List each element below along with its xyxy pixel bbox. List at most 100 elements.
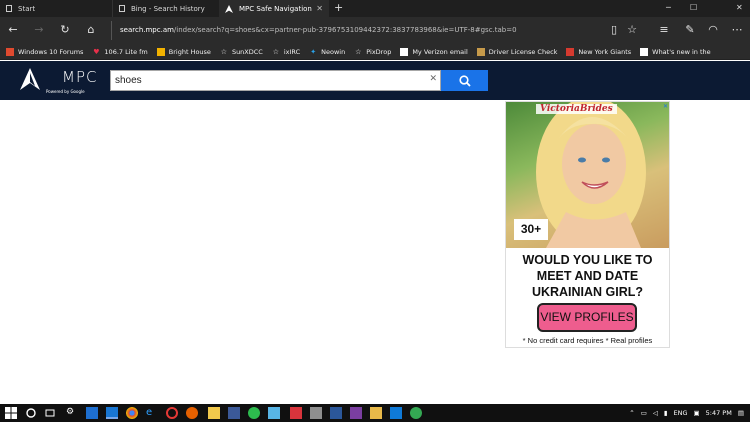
forward-icon[interactable]: →: [32, 23, 46, 37]
navigation-bar: ← → ↻ ⌂ search.mpc.am/index/search?q=sho…: [0, 17, 750, 44]
share-icon[interactable]: ◠: [706, 23, 720, 37]
ad-photo: VictoriaBrides ✕ 30+: [506, 102, 669, 248]
store-icon[interactable]: [390, 407, 402, 419]
tab-label: Bing - Search History: [131, 4, 205, 13]
favorite-item[interactable]: ☆ ixIRC: [272, 48, 300, 56]
opera-icon[interactable]: [166, 407, 178, 419]
favorite-label: New York Giants: [578, 47, 632, 56]
search-input[interactable]: [115, 71, 415, 90]
settings-gear-icon[interactable]: ⚙: [66, 407, 78, 419]
favorite-label: PixDrop: [366, 47, 392, 56]
media-icon[interactable]: [290, 407, 302, 419]
task-view-icon[interactable]: [44, 407, 56, 419]
hub-icon[interactable]: ≡: [657, 23, 671, 37]
star-icon: ☆: [272, 47, 279, 56]
favorite-item[interactable]: Bright House: [156, 47, 211, 56]
internet-explorer-icon[interactable]: e: [146, 407, 158, 419]
language-indicator[interactable]: ENG: [673, 409, 687, 417]
favorite-item[interactable]: ✦ Neowin: [309, 48, 345, 56]
favorite-label: Neowin: [321, 47, 346, 56]
network-app-icon[interactable]: [410, 407, 422, 419]
favorite-item[interactable]: Windows 10 Forums: [6, 47, 84, 56]
facebook-icon[interactable]: [228, 407, 240, 419]
favorite-label: ixIRC: [283, 47, 301, 56]
favorite-item[interactable]: Driver License Check: [476, 47, 558, 56]
system-tray: ⌃ ▭ ◁ ▮ ENG ▣ 5:47 PM ▤: [629, 404, 750, 422]
url-host: search.mpc.am: [120, 26, 174, 34]
mpc-favicon-icon: [225, 4, 233, 13]
url-path: /index/search?q=shoes&cx=partner-pub-379…: [173, 26, 517, 34]
maximize-icon[interactable]: ☐: [690, 3, 697, 12]
windows-start-icon[interactable]: [5, 407, 17, 419]
mpc-logo[interactable]: MPC Powered by Google: [20, 66, 96, 96]
chrome-icon[interactable]: [126, 407, 138, 419]
volume-icon[interactable]: ◁: [653, 409, 658, 417]
advertisement[interactable]: VictoriaBrides ✕ 30+ WOULD YOU LIKE TO M…: [505, 101, 670, 348]
notifications-icon[interactable]: ▤: [738, 409, 744, 417]
app-icon[interactable]: [268, 407, 280, 419]
ad-choices-icon[interactable]: ✕: [663, 103, 668, 110]
reading-view-icon[interactable]: ▯: [607, 23, 621, 37]
word-icon[interactable]: [330, 407, 342, 419]
favorite-item[interactable]: My Verizon email: [400, 47, 468, 56]
ad-headline: WOULD YOU LIKE TO MEET AND DATE UKRAINIA…: [522, 253, 653, 299]
web-note-icon[interactable]: ✎: [683, 23, 697, 37]
page-icon: [400, 47, 409, 56]
ny-giants-icon: [566, 47, 575, 56]
clear-search-icon[interactable]: ✕: [429, 74, 437, 84]
address-bar[interactable]: search.mpc.am/index/search?q=shoes&cx=pa…: [111, 21, 601, 40]
search-icon[interactable]: [25, 407, 37, 419]
network-icon[interactable]: ▭: [641, 409, 647, 417]
file-explorer-icon[interactable]: [208, 407, 220, 419]
page-icon: [119, 5, 125, 12]
tab-mpc-safe-navigation[interactable]: MPC Safe Navigation ✕: [219, 0, 329, 17]
favorite-star-icon[interactable]: ☆: [625, 23, 639, 37]
clock[interactable]: 5:47 PM: [706, 409, 732, 417]
favorite-label: What's new in the: [652, 47, 711, 56]
favorite-item[interactable]: New York Giants: [566, 47, 632, 56]
favorite-label: Windows 10 Forums: [18, 47, 84, 56]
search-button[interactable]: [441, 70, 488, 91]
star-icon: ☆: [355, 47, 362, 56]
age-badge: 30+: [514, 219, 548, 240]
chevron-up-icon[interactable]: ⌃: [629, 409, 634, 417]
favorite-label: Driver License Check: [488, 47, 558, 56]
favorite-label: 106.7 Lite fm: [104, 47, 148, 56]
favorite-item[interactable]: ♥ 106.7 Lite fm: [92, 48, 147, 56]
home-icon[interactable]: ⌂: [84, 23, 98, 37]
edge-browser-icon[interactable]: [106, 407, 118, 419]
neowin-icon: ✦: [310, 47, 317, 56]
onenote-icon[interactable]: [350, 407, 362, 419]
new-tab-icon[interactable]: +: [334, 1, 343, 14]
windows-flag-icon: [6, 47, 14, 56]
tab-bing-history[interactable]: Bing - Search History: [112, 0, 219, 17]
favorite-label: SunXDCC: [231, 47, 263, 56]
tab-start[interactable]: Start: [0, 0, 112, 17]
close-window-icon[interactable]: ✕: [736, 3, 743, 12]
messaging-icon[interactable]: [248, 407, 260, 419]
back-icon[interactable]: ←: [6, 23, 20, 37]
ad-brand: VictoriaBrides: [536, 104, 617, 114]
favorite-item[interactable]: ☆ PixDrop: [354, 48, 391, 56]
refresh-icon[interactable]: ↻: [58, 23, 72, 37]
firefox-icon[interactable]: [186, 407, 198, 419]
mpc-logo-mark-icon: [20, 68, 40, 90]
battery-icon[interactable]: ▮: [664, 409, 668, 417]
message-icon[interactable]: ▣: [693, 409, 699, 417]
tab-strip: Start Bing - Search History MPC Safe Nav…: [0, 0, 750, 17]
page-icon: [6, 5, 12, 12]
favorite-item[interactable]: ☆ SunXDCC: [220, 48, 263, 56]
photos-icon[interactable]: [310, 407, 322, 419]
outlook-icon[interactable]: [86, 407, 98, 419]
minimize-icon[interactable]: ─: [666, 3, 671, 12]
ad-footer: * No credit card requires * Real profile…: [522, 336, 653, 345]
more-icon[interactable]: ⋯: [730, 23, 744, 37]
logo-subtitle: Powered by Google: [46, 89, 85, 94]
close-tab-icon[interactable]: ✕: [316, 4, 323, 13]
folder-icon[interactable]: [370, 407, 382, 419]
bright-house-icon: [156, 47, 165, 56]
tab-label: MPC Safe Navigation: [239, 4, 312, 13]
view-profiles-button[interactable]: VIEW PROFILES: [537, 303, 637, 332]
driver-license-icon: [476, 47, 485, 56]
favorite-item[interactable]: What's new in the: [640, 47, 711, 56]
